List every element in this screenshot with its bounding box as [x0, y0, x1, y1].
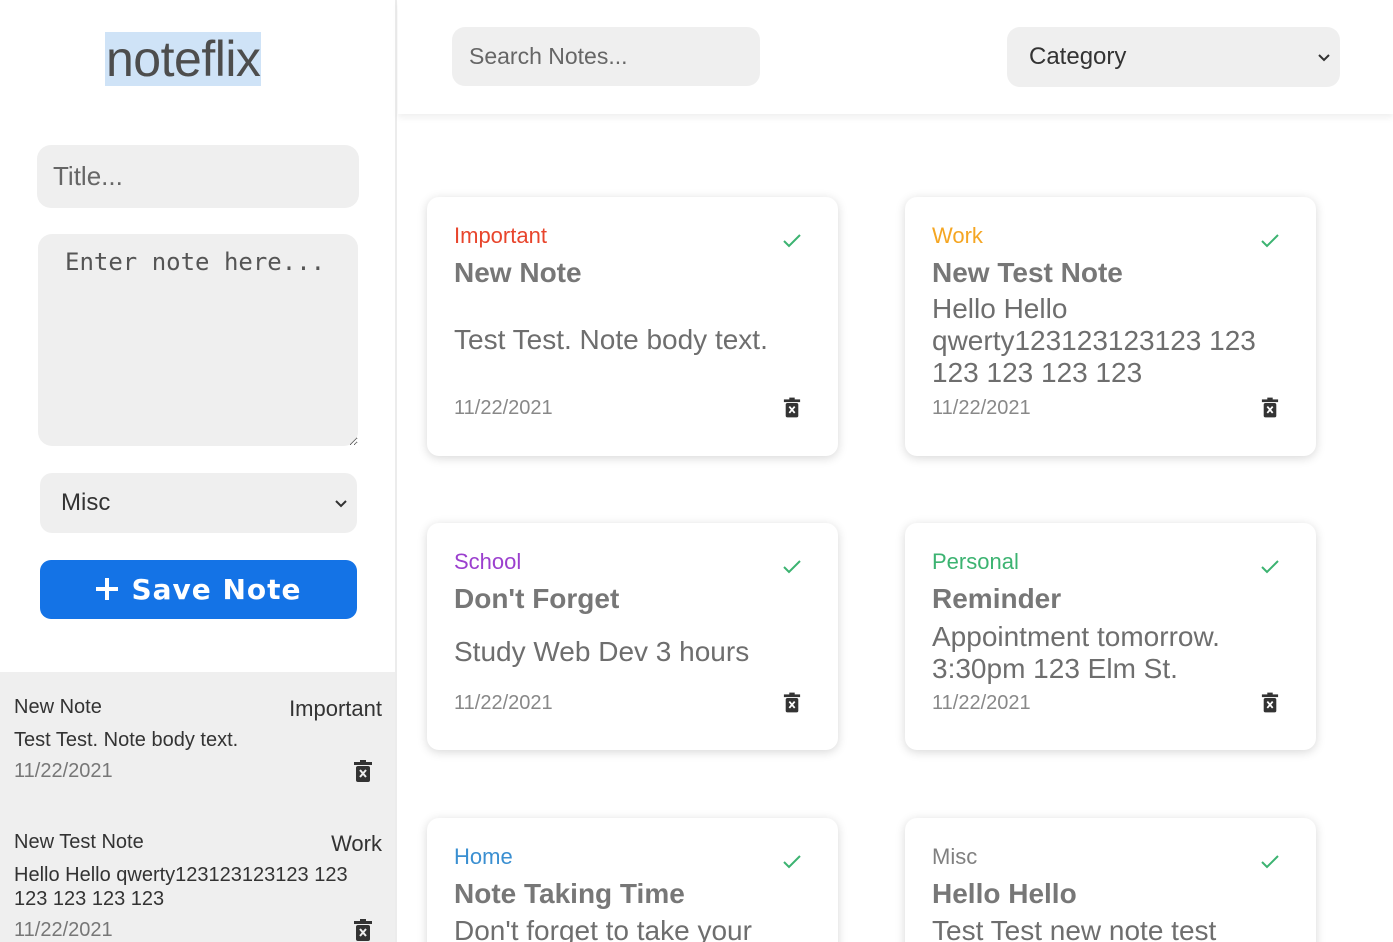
card-category: Personal — [932, 549, 1019, 574]
note-category-value: Misc — [61, 489, 111, 516]
card-category: School — [454, 549, 522, 574]
list-item-category: Important — [289, 696, 382, 721]
note-title-input[interactable] — [37, 145, 359, 208]
note-category-select[interactable]: Misc — [40, 473, 357, 533]
search-input[interactable] — [452, 27, 760, 86]
list-item-date: 11/22/2021 — [14, 760, 113, 782]
card-title: Don't Forget — [454, 583, 620, 614]
save-note-button[interactable]: Save Note — [40, 560, 357, 619]
check-icon[interactable] — [782, 854, 802, 870]
save-note-label: Save Note — [131, 573, 302, 606]
card-category: Home — [454, 844, 513, 869]
check-icon[interactable] — [1260, 233, 1280, 249]
card-body: Study Web Dev 3 hours — [454, 636, 750, 667]
sidebar-note-list: New Note Important Test Test. Note body … — [0, 672, 395, 942]
chevron-down-icon — [1318, 27, 1330, 87]
list-item-body: Test Test. Note body text. — [14, 729, 239, 751]
card-category: Work — [932, 223, 983, 248]
card-title: New Note — [454, 257, 582, 288]
list-item-title: New Note — [14, 696, 102, 718]
list-item[interactable]: New Note Important Test Test. Note body … — [0, 672, 395, 807]
category-filter-value: Category — [1029, 43, 1127, 70]
list-item-body: Hello Hello qwerty123123123123 123 123 1… — [14, 864, 348, 910]
card-body: Hello Hello qwerty123123123123 123 123 1… — [932, 293, 1256, 388]
list-item-title: New Test Note — [14, 831, 144, 853]
app-root: noteflix Misc Save Note New Note Importa… — [0, 0, 1393, 942]
check-icon[interactable] — [1260, 854, 1280, 870]
note-card[interactable]: Important New Note Test Test. Note body … — [427, 197, 838, 456]
card-category: Misc — [932, 844, 978, 869]
list-item[interactable]: New Test Note Work Hello Hello qwerty123… — [0, 807, 395, 942]
app-logo: noteflix — [105, 31, 262, 87]
card-date: 11/22/2021 — [454, 692, 553, 714]
card-category: Important — [454, 223, 547, 248]
note-card[interactable]: School Don't Forget Study Web Dev 3 hour… — [427, 523, 838, 750]
card-body: Don't forget to take your — [454, 915, 752, 942]
card-title: Note Taking Time — [454, 878, 685, 909]
trash-icon[interactable] — [1261, 692, 1279, 713]
note-card[interactable]: Misc Hello Hello Test Test new note test — [905, 818, 1316, 942]
trash-icon[interactable] — [353, 919, 373, 941]
trash-icon[interactable] — [353, 760, 373, 782]
card-date: 11/22/2021 — [932, 397, 1031, 419]
check-icon[interactable] — [782, 559, 802, 575]
trash-icon[interactable] — [783, 397, 801, 418]
card-body: Test Test. Note body text. — [454, 324, 768, 355]
check-icon[interactable] — [1260, 559, 1280, 575]
note-card[interactable]: Work New Test Note Hello Hello qwerty123… — [905, 197, 1316, 456]
note-card[interactable]: Personal Reminder Appointment tomorrow. … — [905, 523, 1316, 750]
list-item-date: 11/22/2021 — [14, 919, 113, 941]
chevron-down-icon — [335, 473, 347, 533]
trash-icon[interactable] — [783, 692, 801, 713]
card-title: Reminder — [932, 583, 1062, 614]
card-body: Appointment tomorrow. 3:30pm 123 Elm St. — [932, 621, 1220, 684]
check-icon[interactable] — [782, 233, 802, 249]
card-title: New Test Note — [932, 257, 1123, 288]
list-item-category: Work — [331, 831, 382, 856]
plus-icon — [95, 572, 119, 608]
category-filter-select[interactable]: Category — [1007, 27, 1340, 87]
card-title: Hello Hello — [932, 878, 1077, 909]
top-bar: Category — [398, 0, 1393, 114]
card-date: 11/22/2021 — [932, 692, 1031, 714]
note-body-textarea[interactable] — [38, 234, 358, 446]
card-body: Test Test new note test — [932, 915, 1217, 942]
trash-icon[interactable] — [1261, 397, 1279, 418]
sidebar: noteflix Misc Save Note New Note Importa… — [0, 0, 397, 942]
note-card[interactable]: Home Note Taking Time Don't forget to ta… — [427, 818, 838, 942]
card-date: 11/22/2021 — [454, 397, 553, 419]
